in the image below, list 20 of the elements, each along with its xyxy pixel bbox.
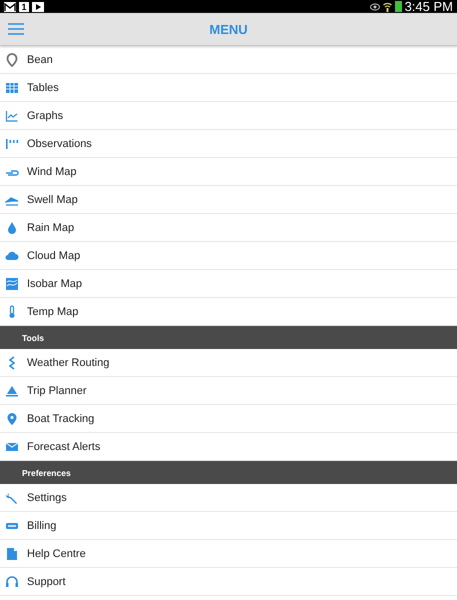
isobar-map-icon bbox=[5, 276, 19, 290]
drop-icon bbox=[5, 220, 19, 234]
headset-icon bbox=[5, 574, 19, 588]
wrench-icon bbox=[5, 490, 19, 504]
pin-icon bbox=[5, 52, 19, 66]
wifi-icon bbox=[382, 1, 392, 12]
section-header: Preferences bbox=[0, 461, 457, 484]
clock-time: 3:45 PM bbox=[404, 0, 453, 13]
bars-icon bbox=[5, 136, 19, 150]
battery-icon bbox=[394, 1, 402, 12]
section-header: Tools bbox=[0, 326, 457, 349]
eye-icon bbox=[370, 2, 380, 11]
table-icon bbox=[5, 80, 19, 94]
header-title: MENU bbox=[209, 22, 248, 36]
menu-icon bbox=[8, 23, 24, 35]
sailboat-icon bbox=[5, 384, 19, 398]
document-icon bbox=[5, 546, 19, 560]
calendar-icon: 1 bbox=[19, 2, 29, 12]
line-graph-icon bbox=[5, 108, 19, 122]
location-pin-icon bbox=[5, 412, 19, 426]
